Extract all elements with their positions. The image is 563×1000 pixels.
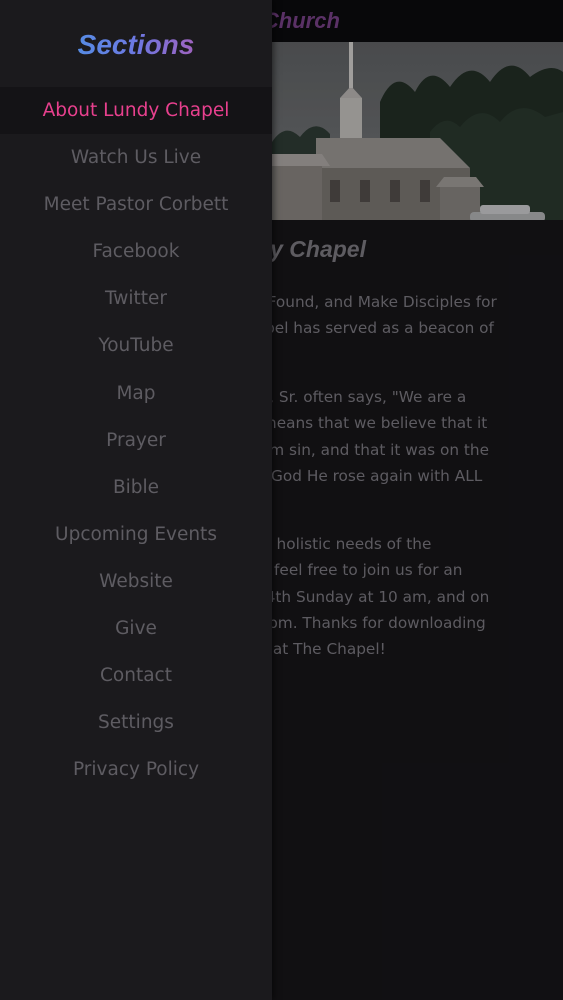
nav-item-map[interactable]: Map — [0, 370, 272, 417]
nav-item-upcoming-events[interactable]: Upcoming Events — [0, 511, 272, 558]
nav-item-youtube[interactable]: YouTube — [0, 322, 272, 369]
nav-item-facebook[interactable]: Facebook — [0, 228, 272, 275]
nav-item-settings[interactable]: Settings — [0, 699, 272, 746]
nav-item-meet-pastor-corbett[interactable]: Meet Pastor Corbett — [0, 181, 272, 228]
nav-item-twitter[interactable]: Twitter — [0, 275, 272, 322]
sections-drawer: Sections About Lundy Chapel Watch Us Liv… — [0, 0, 272, 1000]
nav-item-about-lundy-chapel[interactable]: About Lundy Chapel — [0, 87, 272, 135]
drawer-title: Sections — [0, 24, 272, 66]
about-content: ndy Chapel ach The Found, and Make Disci… — [202, 220, 563, 1000]
nav-item-watch-us-live[interactable]: Watch Us Live — [0, 134, 272, 181]
nav-item-privacy-policy[interactable]: Privacy Policy — [0, 746, 272, 793]
nav-item-contact[interactable]: Contact — [0, 652, 272, 699]
nav-item-give[interactable]: Give — [0, 605, 272, 652]
app-screen: l Baptist Church — [0, 0, 563, 1000]
nav-item-bible[interactable]: Bible — [0, 464, 272, 511]
nav-item-prayer[interactable]: Prayer — [0, 417, 272, 464]
nav-item-website[interactable]: Website — [0, 558, 272, 605]
drawer-nav-list: About Lundy Chapel Watch Us Live Meet Pa… — [0, 87, 272, 793]
